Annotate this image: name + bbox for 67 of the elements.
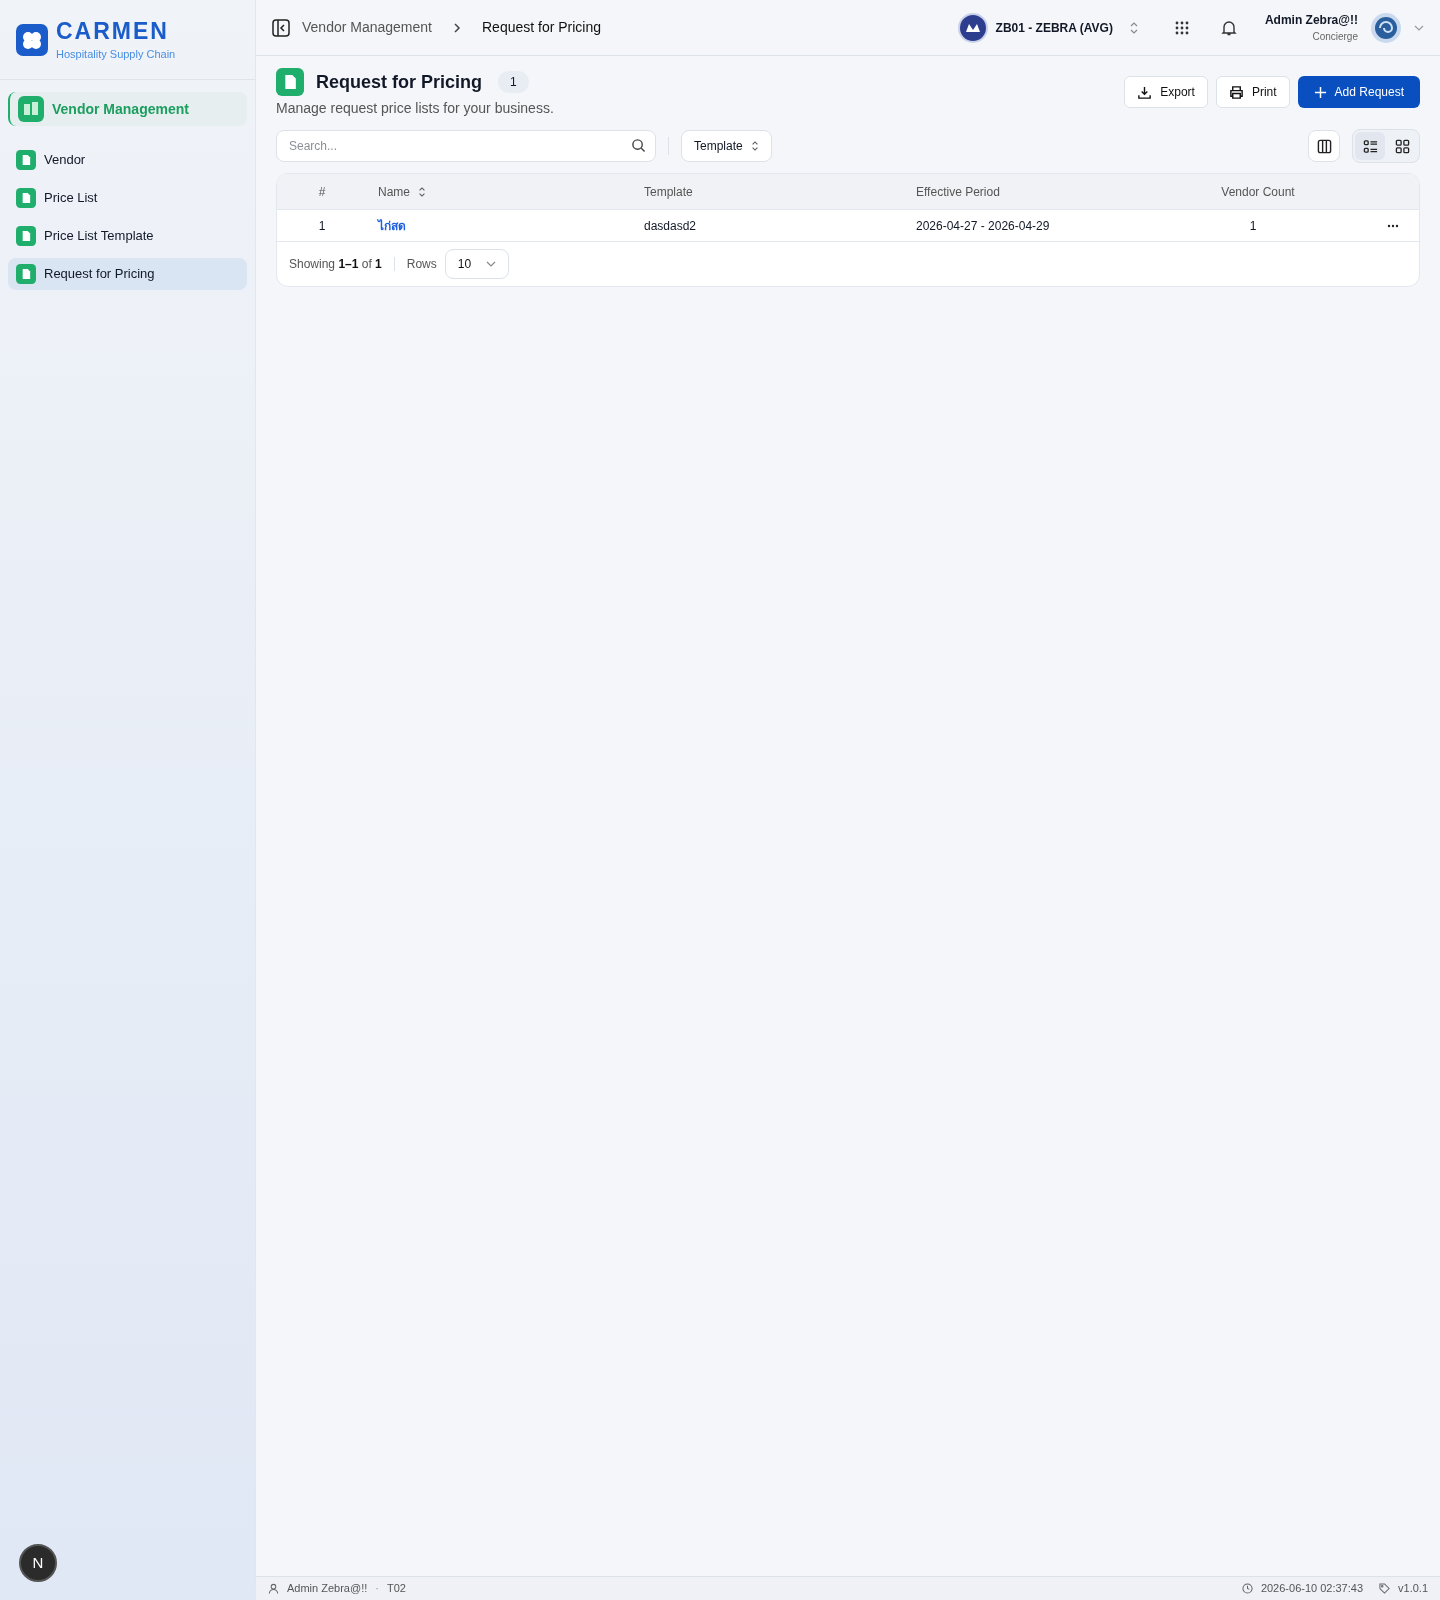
org-logo-icon [957, 12, 988, 43]
grid-view-icon [1394, 138, 1410, 154]
status-code: T02 [386, 1581, 406, 1597]
user-name: Admin Zebra@!! [1264, 12, 1358, 29]
table-cell: dasdasd2 [644, 218, 697, 233]
template-filter[interactable]: Template [681, 130, 772, 162]
document-icon [276, 68, 304, 96]
status-user: Admin Zebra@!! [287, 1581, 368, 1597]
sidebar-item[interactable]: Price List Template [8, 220, 247, 252]
document-icon [16, 264, 36, 284]
sidebar-item[interactable]: Vendor [8, 144, 247, 176]
user-role: Concierge [1312, 30, 1358, 44]
column-header: Effective Period [916, 183, 1000, 201]
notification-bell-icon[interactable] [1220, 19, 1237, 36]
export-button[interactable]: Export [1124, 76, 1208, 108]
columns-button[interactable] [1308, 130, 1340, 162]
building-icon [18, 96, 44, 122]
tag-icon [1379, 1583, 1391, 1594]
brand-name: CARMEN [56, 16, 170, 46]
plus-icon [1313, 85, 1327, 99]
organization-switcher[interactable]: ZB01 - ZEBRA (AVG) [957, 12, 1139, 43]
list-view-icon [1362, 138, 1378, 154]
sidebar-item[interactable]: Price List [8, 182, 247, 214]
clock-icon [1241, 1583, 1253, 1594]
column-header: Template [644, 183, 693, 201]
page-title: Request for Pricing [316, 70, 483, 94]
column-header[interactable]: Name [378, 182, 426, 201]
breadcrumb-link[interactable]: Vendor Management [302, 17, 432, 38]
download-icon [1137, 84, 1153, 100]
user-icon [268, 1583, 279, 1594]
status-version: v1.0.1 [1398, 1581, 1428, 1597]
document-icon [16, 226, 36, 246]
print-button[interactable]: Print [1215, 76, 1290, 108]
chevron-updown-icon [750, 141, 759, 151]
name-link[interactable]: ไก่สด [378, 218, 406, 233]
page-subtitle: Manage request price lists for your business. [276, 99, 555, 118]
search-icon [631, 138, 646, 153]
table-cell: 1 [1249, 218, 1257, 233]
more-icon[interactable] [1387, 223, 1399, 228]
add-button[interactable]: Add Request [1297, 76, 1420, 108]
chevron-icon [452, 22, 462, 33]
pagination-summary: Showing 1–1 of 1 [289, 256, 382, 273]
document-icon [16, 188, 36, 208]
list-view-button[interactable] [1355, 132, 1385, 160]
chevron-down-icon [485, 259, 496, 269]
document-icon [16, 150, 36, 170]
count-badge: 1 [498, 71, 529, 93]
column-header: # [318, 183, 326, 201]
brand-tagline: Hospitality Supply Chain [56, 46, 176, 62]
sort-icon[interactable] [418, 186, 426, 197]
printer-icon [1228, 84, 1244, 100]
sidebar-item[interactable]: Request for Pricing [8, 258, 247, 290]
sidebar-toggle-icon[interactable] [272, 18, 290, 37]
column-header: Vendor Count [1221, 183, 1295, 201]
rows-label: Rows [406, 256, 437, 273]
chevron-updown-icon [1128, 21, 1139, 34]
user-avatar-icon[interactable] [1370, 11, 1402, 44]
apps-grid-icon[interactable] [1174, 20, 1189, 35]
search-field[interactable]: Search... [276, 130, 656, 162]
columns-icon [1316, 138, 1332, 154]
table-cell: 1 [318, 218, 326, 233]
dev-badge[interactable]: N [19, 1544, 57, 1582]
rows-per-page-select[interactable]: 10 [444, 249, 509, 279]
logo-icon [16, 23, 48, 56]
separator-dot: · [375, 1581, 379, 1597]
table-cell: 2026-04-27 - 2026-04-29 [916, 218, 1050, 233]
status-datetime: 2026-06-10 02:37:43 [1260, 1581, 1364, 1597]
